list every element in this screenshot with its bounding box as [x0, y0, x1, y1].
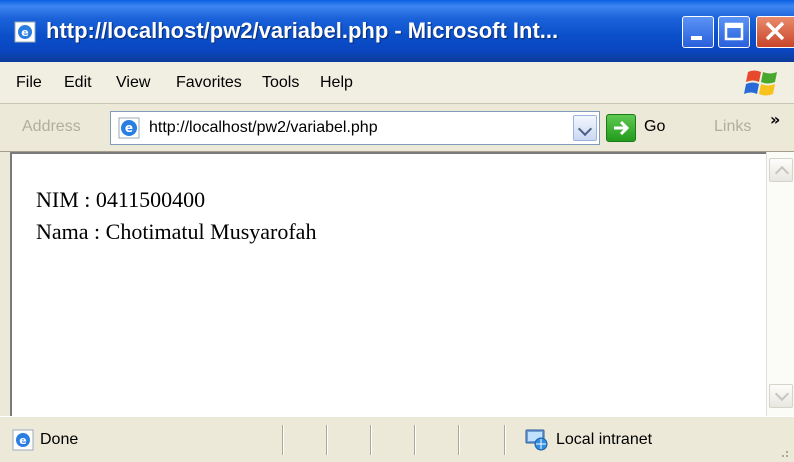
vertical-scrollbar[interactable] [766, 152, 794, 416]
status-text: Done [40, 431, 79, 448]
windows-logo-icon [744, 70, 777, 96]
menu-file[interactable]: File [16, 74, 42, 92]
status-divider [282, 425, 284, 455]
page-content: NIM : 0411500400 Nama : Chotimatul Musya… [10, 152, 766, 416]
status-divider [370, 425, 372, 455]
minimize-icon [691, 36, 702, 40]
title-bar[interactable]: e http://localhost/pw2/variabel.php - Mi… [0, 0, 794, 62]
go-button[interactable] [606, 114, 636, 142]
links-chevron-icon[interactable]: » [770, 110, 780, 129]
page-icon: e [118, 117, 140, 139]
status-divider [326, 425, 328, 455]
window-title: http://localhost/pw2/variabel.php - Micr… [46, 18, 559, 43]
address-label: Address [22, 118, 81, 135]
go-arrow-icon [614, 120, 630, 136]
menu-edit[interactable]: Edit [64, 74, 92, 92]
close-icon [765, 21, 785, 41]
zone-text: Local intranet [556, 431, 653, 448]
ie-icon: e [14, 21, 36, 43]
close-button[interactable] [756, 16, 794, 48]
menu-bar: File Edit View Favorites Tools Help [0, 62, 794, 104]
links-label[interactable]: Links [714, 118, 751, 136]
status-bar: e Done Local intranet [0, 416, 794, 462]
nama-line: Nama : Chotimatul Musyarofah [36, 219, 317, 244]
dropdown-chevron-icon[interactable] [573, 115, 597, 141]
status-divider [458, 425, 460, 455]
svg-text:e: e [19, 434, 26, 447]
address-input[interactable]: e http://localhost/pw2/variabel.php [110, 111, 600, 145]
address-bar: Address e http://localhost/pw2/variabel.… [0, 104, 794, 152]
content-text: NIM : 0411500400 Nama : Chotimatul Musya… [36, 184, 316, 248]
scroll-down-icon[interactable] [769, 384, 793, 408]
svg-text:e: e [125, 121, 133, 135]
svg-text:e: e [21, 26, 28, 39]
menu-help[interactable]: Help [320, 74, 353, 92]
address-url: http://localhost/pw2/variabel.php [149, 119, 378, 136]
scroll-up-icon[interactable] [769, 158, 793, 182]
maximize-button[interactable] [718, 16, 750, 48]
minimize-button[interactable] [682, 16, 714, 48]
nim-line: NIM : 0411500400 [36, 187, 206, 212]
resize-grip-icon[interactable] [776, 445, 790, 459]
intranet-icon [525, 429, 548, 451]
go-label[interactable]: Go [644, 118, 665, 136]
browser-window: e http://localhost/pw2/variabel.php - Mi… [0, 0, 794, 462]
status-divider [504, 425, 506, 455]
menu-tools[interactable]: Tools [262, 74, 299, 92]
menu-favorites[interactable]: Favorites [176, 74, 242, 92]
maximize-icon [724, 22, 744, 41]
status-divider [414, 425, 416, 455]
ie-status-icon: e [12, 429, 34, 451]
menu-view[interactable]: View [116, 74, 150, 92]
